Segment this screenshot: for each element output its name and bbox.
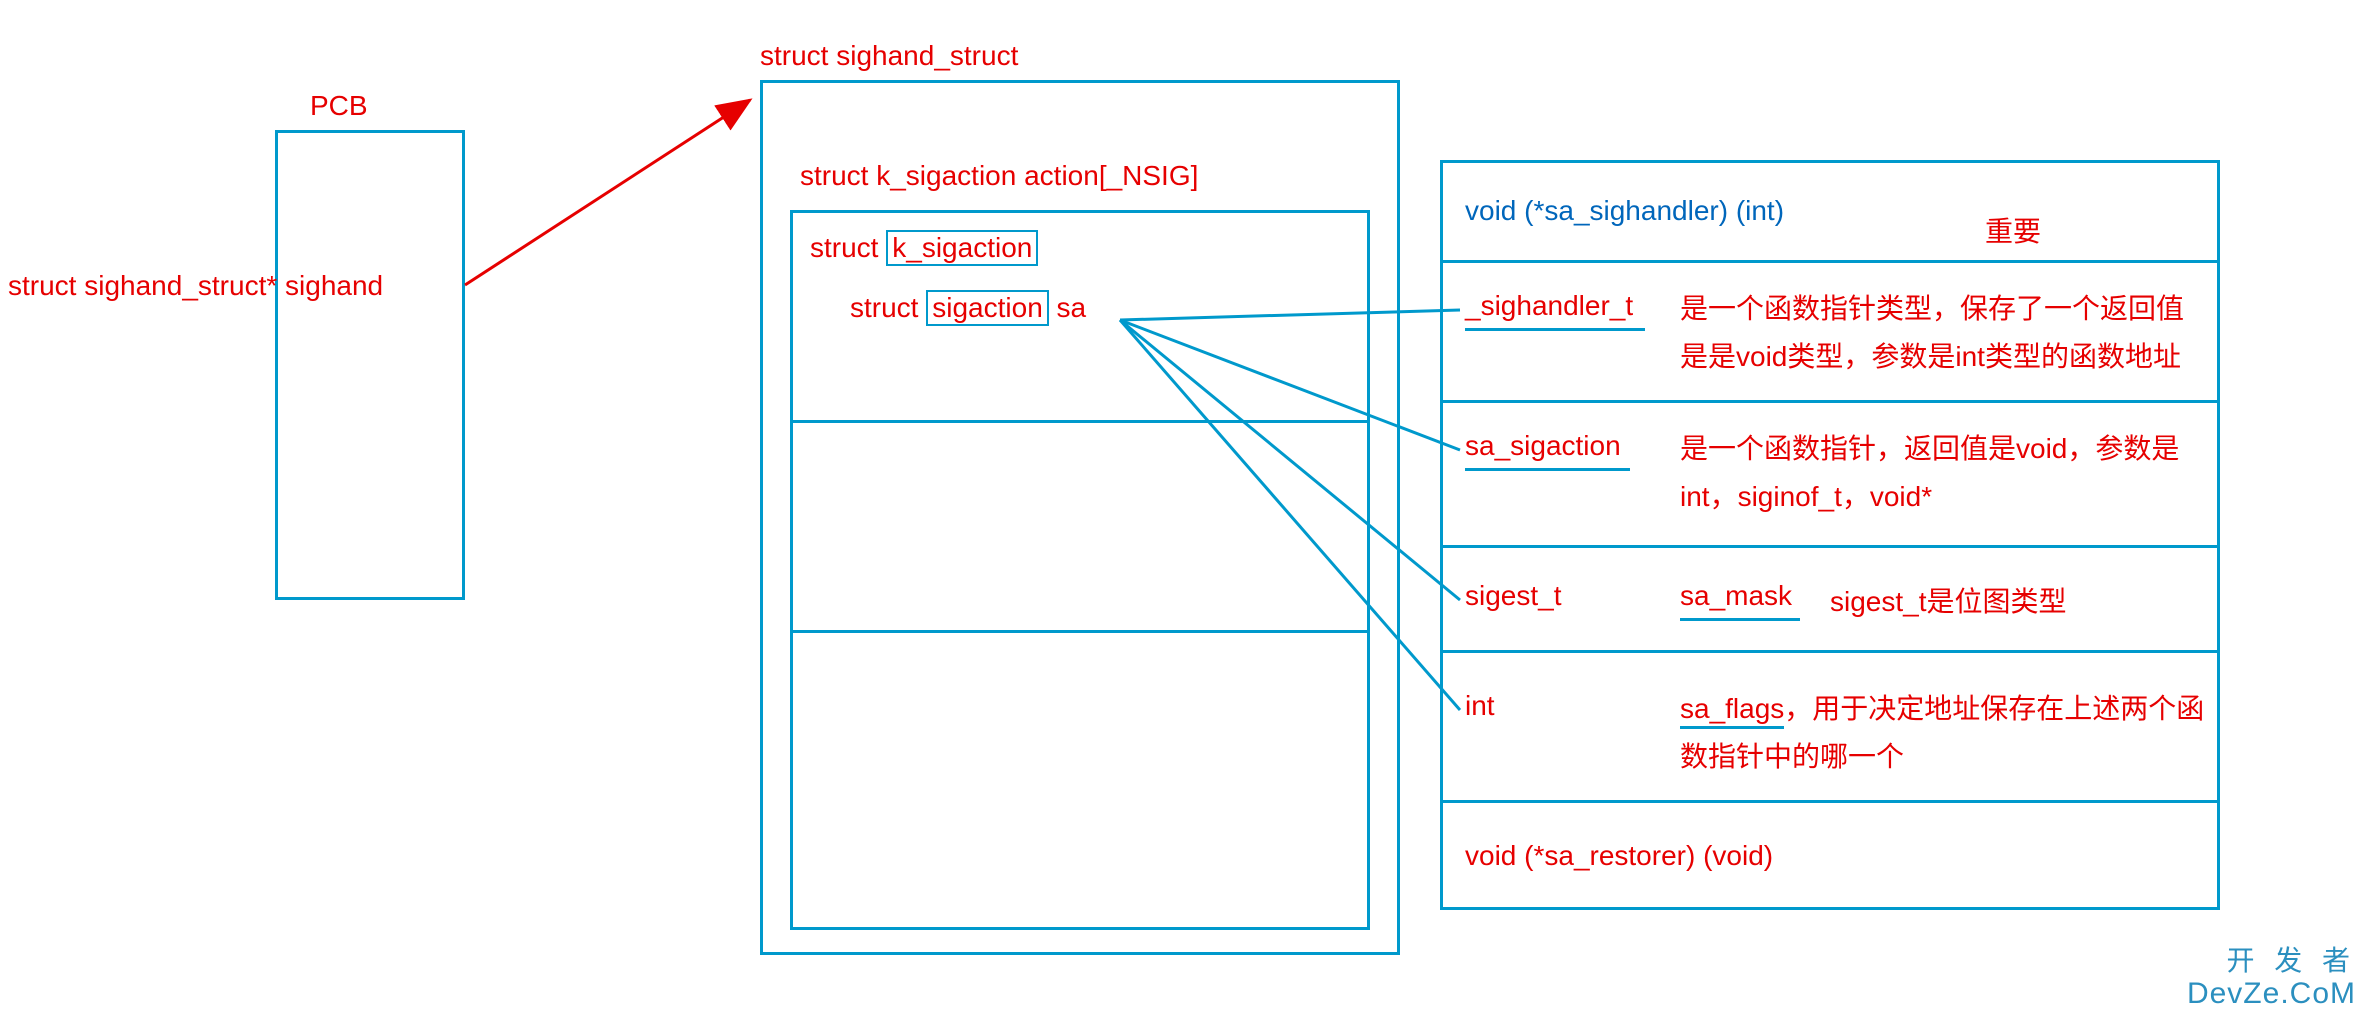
detail-row5-full: void (*sa_restorer) (void) [1465,840,1773,872]
watermark: 开 发 者 DevZe.CoM [2187,946,2356,1010]
pcb-member: struct sighand_struct* sighand [8,270,383,302]
detail-row3-mid: sa_mask [1680,580,1792,612]
detail-row2-left-underline [1465,468,1630,471]
detail-row3-mid-underline [1680,618,1800,621]
row0-text: struct k_sigaction [810,230,1038,266]
sighand-title: struct sighand_struct [760,40,1018,72]
detail-row3-left: sigest_t [1465,580,1562,612]
sighand-array-label: struct k_sigaction action[_NSIG] [800,160,1198,192]
pcb-box [275,130,465,600]
detail-row1-left-underline [1465,328,1645,331]
detail-important: 重要 [1985,210,2041,250]
pcb-title: PCB [310,90,368,122]
array-divider-1 [790,420,1370,423]
row0-boxed: k_sigaction [886,230,1038,266]
detail-row3-right: sigest_t是位图类型 [1830,580,2067,620]
row1-boxed: sigaction [926,290,1049,326]
row1-prefix: struct [850,292,918,323]
detail-row1-right: 是一个函数指针类型，保存了一个返回值是是void类型，参数是int类型的函数地址 [1680,285,2210,380]
detail-row1-left: _sighandler_t [1465,290,1633,322]
watermark-line2: DevZe.CoM [2187,977,2356,1010]
detail-row2-left: sa_sigaction [1465,430,1621,462]
detail-row4-left: int [1465,690,1495,722]
detail-div-4 [1440,800,2220,803]
row1-text: struct sigaction sa [850,290,1086,326]
array-divider-2 [790,630,1370,633]
watermark-line1: 开 发 者 [2187,946,2356,977]
detail-box [1440,160,2220,910]
row0-prefix: struct [810,232,878,263]
detail-div-0 [1440,260,2220,263]
detail-div-3 [1440,650,2220,653]
detail-div-2 [1440,545,2220,548]
row1-suffix: sa [1057,292,1087,323]
detail-header-sig: void (*sa_sighandler) (int) [1465,195,1784,227]
detail-row2-right: 是一个函数指针，返回值是void，参数是int，siginof_t，void* [1680,425,2210,520]
detail-row4-mid: sa_flags [1680,693,1784,729]
detail-row4-right: sa_flags，用于决定地址保存在上述两个函数指针中的哪一个 [1680,685,2210,780]
detail-div-1 [1440,400,2220,403]
